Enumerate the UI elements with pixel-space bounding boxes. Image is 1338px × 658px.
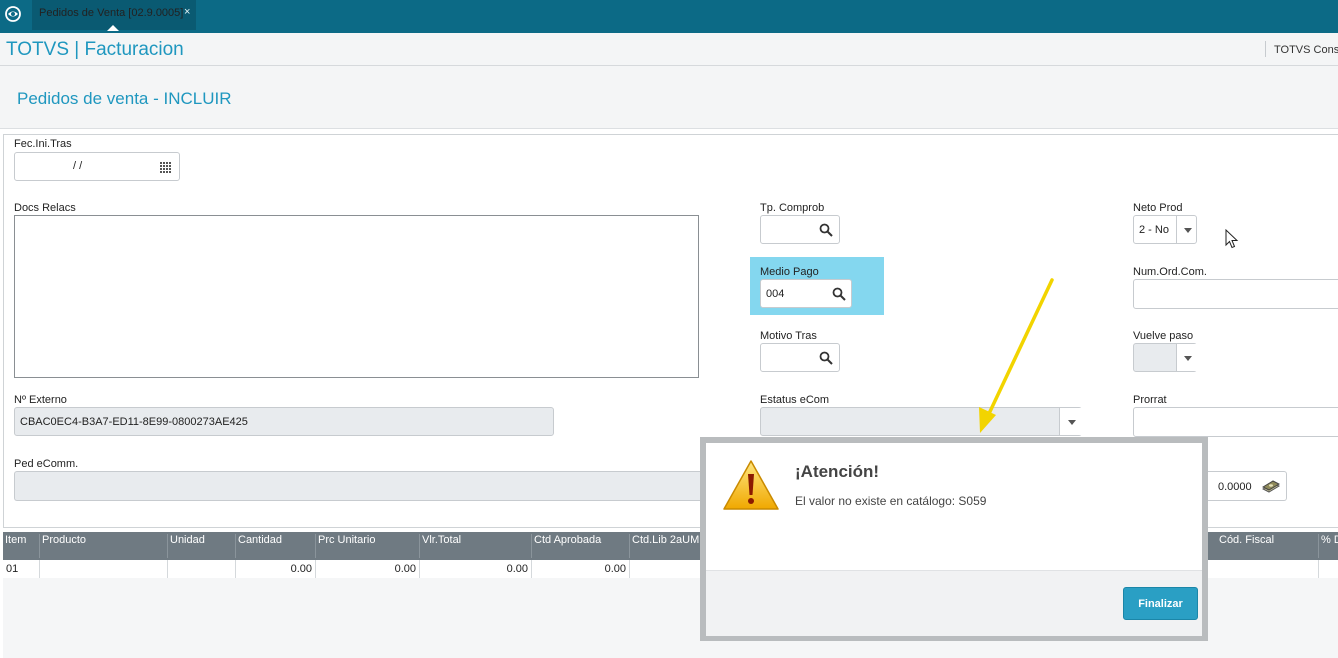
column-header-prc-unitario[interactable]: Prc Unitario xyxy=(316,534,420,558)
num-ord-com-label: Num.Ord.Com. xyxy=(1133,266,1207,278)
neto-prod-value: 2 - No xyxy=(1139,224,1169,236)
column-header-cod-fiscal[interactable]: Cód. Fiscal xyxy=(1217,534,1319,558)
cell-unidad[interactable] xyxy=(168,560,236,578)
medio-pago-field[interactable]: 004 xyxy=(760,279,852,308)
column-header-producto[interactable]: Producto xyxy=(40,534,168,558)
page-title: Pedidos de venta - INCLUIR xyxy=(17,89,232,108)
alert-message: El valor no existe en catálogo: S059 xyxy=(795,494,987,508)
cell-cod-fiscal[interactable] xyxy=(1217,560,1319,578)
num-ord-com-field[interactable] xyxy=(1133,279,1338,309)
medio-pago-label: Medio Pago xyxy=(760,266,819,278)
cell-cantidad[interactable]: 0.00 xyxy=(236,560,316,578)
tab-label: Pedidos de Venta [02.9.0005] xyxy=(39,7,184,19)
app-title: TOTVS | Facturacion xyxy=(6,39,184,60)
cell-producto[interactable] xyxy=(40,560,168,578)
user-menu[interactable]: TOTVS Cons xyxy=(1274,44,1338,56)
cell-ctd-lib-2aum[interactable] xyxy=(630,560,710,578)
prorrat-label: Prorrat xyxy=(1133,394,1167,406)
estatus-ecom-label: Estatus eCom xyxy=(760,394,830,406)
ped-ecomm-label: Ped eComm. xyxy=(14,458,79,470)
tp-comprob-field[interactable] xyxy=(760,215,840,244)
docs-relacs-label: Docs Relacs xyxy=(14,202,76,214)
chevron-down-icon[interactable] xyxy=(1176,216,1198,243)
nro-externo-value: CBAC0EC4-B3A7-ED11-8E99-0800273AE425 xyxy=(20,416,248,428)
search-icon[interactable] xyxy=(819,223,833,237)
estatus-ecom-select[interactable] xyxy=(760,407,1083,436)
warning-icon xyxy=(723,460,779,510)
column-header-ctd-lib-2aum[interactable]: Ctd.Lib 2aUM xyxy=(630,534,710,558)
chevron-down-icon[interactable] xyxy=(1059,408,1083,435)
fec-ini-tras-label: Fec.Ini.Tras xyxy=(14,138,72,150)
motivo-tras-field[interactable] xyxy=(760,343,840,372)
amount-value: 0.0000 xyxy=(1218,481,1252,493)
column-header-item[interactable]: Item xyxy=(3,534,40,558)
alert-title: ¡Atención! xyxy=(795,462,880,481)
vuelve-paso-select[interactable] xyxy=(1133,343,1198,372)
finalizar-button[interactable]: Finalizar xyxy=(1123,587,1198,620)
nro-externo-label: Nº Externo xyxy=(14,394,67,406)
app-header xyxy=(0,33,1338,66)
fec-ini-tras-field[interactable]: / / xyxy=(14,152,180,181)
top-bar xyxy=(0,0,1338,33)
column-header-cantidad[interactable]: Cantidad xyxy=(236,534,316,558)
prorrat-field[interactable] xyxy=(1133,407,1338,437)
tp-comprob-label: Tp. Comprob xyxy=(760,202,825,214)
close-icon[interactable]: × xyxy=(184,6,190,18)
neto-prod-label: Neto Prod xyxy=(1133,202,1183,214)
neto-prod-select[interactable]: 2 - No xyxy=(1133,215,1197,244)
nro-externo-field[interactable]: CBAC0EC4-B3A7-ED11-8E99-0800273AE425 xyxy=(14,407,554,436)
mouse-cursor-icon xyxy=(1225,229,1239,249)
chevron-down-icon[interactable] xyxy=(1176,344,1198,371)
tab-active-indicator xyxy=(107,25,119,31)
ped-ecomm-field[interactable] xyxy=(14,471,714,501)
vuelve-paso-label: Vuelve paso xyxy=(1133,330,1194,342)
motivo-tras-label: Motivo Tras xyxy=(760,330,817,342)
search-icon[interactable] xyxy=(819,351,833,365)
calendar-icon[interactable] xyxy=(159,160,173,174)
cell-vlr-total[interactable]: 0.00 xyxy=(420,560,532,578)
medio-pago-value: 004 xyxy=(766,288,785,300)
column-header-vlr-total[interactable]: Vlr.Total xyxy=(420,534,532,558)
cell-pct-d[interactable] xyxy=(1319,560,1338,578)
header-divider xyxy=(1265,41,1266,57)
cell-prc-unitario[interactable]: 0.00 xyxy=(316,560,420,578)
cell-ctd-aprobada[interactable]: 0.00 xyxy=(532,560,630,578)
fec-ini-tras-value: / / xyxy=(73,160,83,172)
search-icon[interactable] xyxy=(832,287,846,301)
totvs-logo-icon[interactable] xyxy=(4,5,22,23)
money-icon[interactable] xyxy=(1262,480,1280,494)
column-header-pct-d[interactable]: % D xyxy=(1319,534,1338,558)
docs-relacs-textarea[interactable] xyxy=(14,215,699,378)
column-header-unidad[interactable]: Unidad xyxy=(168,534,236,558)
column-header-ctd-aprobada[interactable]: Ctd Aprobada xyxy=(532,534,630,558)
cell-item[interactable]: 01 xyxy=(3,560,40,578)
